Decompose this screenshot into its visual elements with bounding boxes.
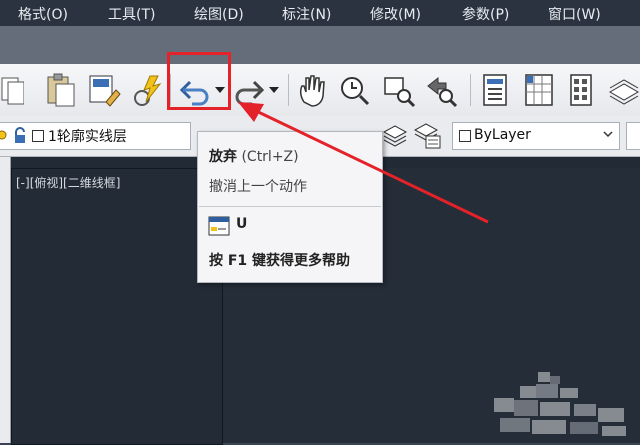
copy-icon[interactable] (0, 72, 24, 108)
tool-palettes-icon[interactable] (564, 72, 598, 108)
annotation-arrow-icon (238, 102, 489, 224)
viewport-controls-label[interactable]: [-][俯视][二维线框] (16, 174, 120, 191)
highlight-box (167, 52, 231, 110)
chevron-down-icon (603, 131, 613, 138)
tooltip-help: 按 F1 键获得更多帮助 (209, 253, 351, 269)
layer-name: 1轮廓实线层 (48, 129, 127, 145)
layer-dropdown[interactable]: 1轮廓实线层 (0, 122, 191, 150)
menu-item-dimension[interactable]: 标注(N) (282, 4, 331, 24)
redo-dropdown-icon[interactable] (268, 82, 280, 96)
viewport-left[interactable] (11, 168, 223, 445)
menu-item-format[interactable]: 格式(O) (18, 4, 68, 24)
design-center-icon[interactable] (522, 72, 556, 108)
watermark-icon (494, 372, 626, 436)
match-properties-icon[interactable] (88, 72, 122, 108)
menu-item-window[interactable]: 窗口(W) (548, 4, 601, 24)
left-dock-strip (0, 157, 11, 443)
layer-on-icon (0, 130, 7, 140)
ribbon-spacer (0, 26, 640, 64)
block-editor-icon[interactable] (130, 72, 164, 108)
menu-item-draw[interactable]: 绘图(D) (194, 4, 244, 24)
layer-color-swatch (32, 130, 44, 142)
command-line-icon (208, 216, 230, 236)
menu-item-tools[interactable]: 工具(T) (108, 4, 155, 24)
menu-bar: 格式(O) 工具(T) 绘图(D) 标注(N) 修改(M) 参数(P) 窗口(W… (0, 0, 640, 26)
linetype-dropdown[interactable] (626, 122, 640, 150)
sheet-set-icon[interactable] (606, 72, 640, 108)
unlock-icon (15, 127, 25, 143)
menu-item-parameter[interactable]: 参数(P) (462, 4, 509, 24)
paste-icon[interactable] (44, 72, 78, 108)
menu-item-modify[interactable]: 修改(M) (370, 4, 421, 24)
